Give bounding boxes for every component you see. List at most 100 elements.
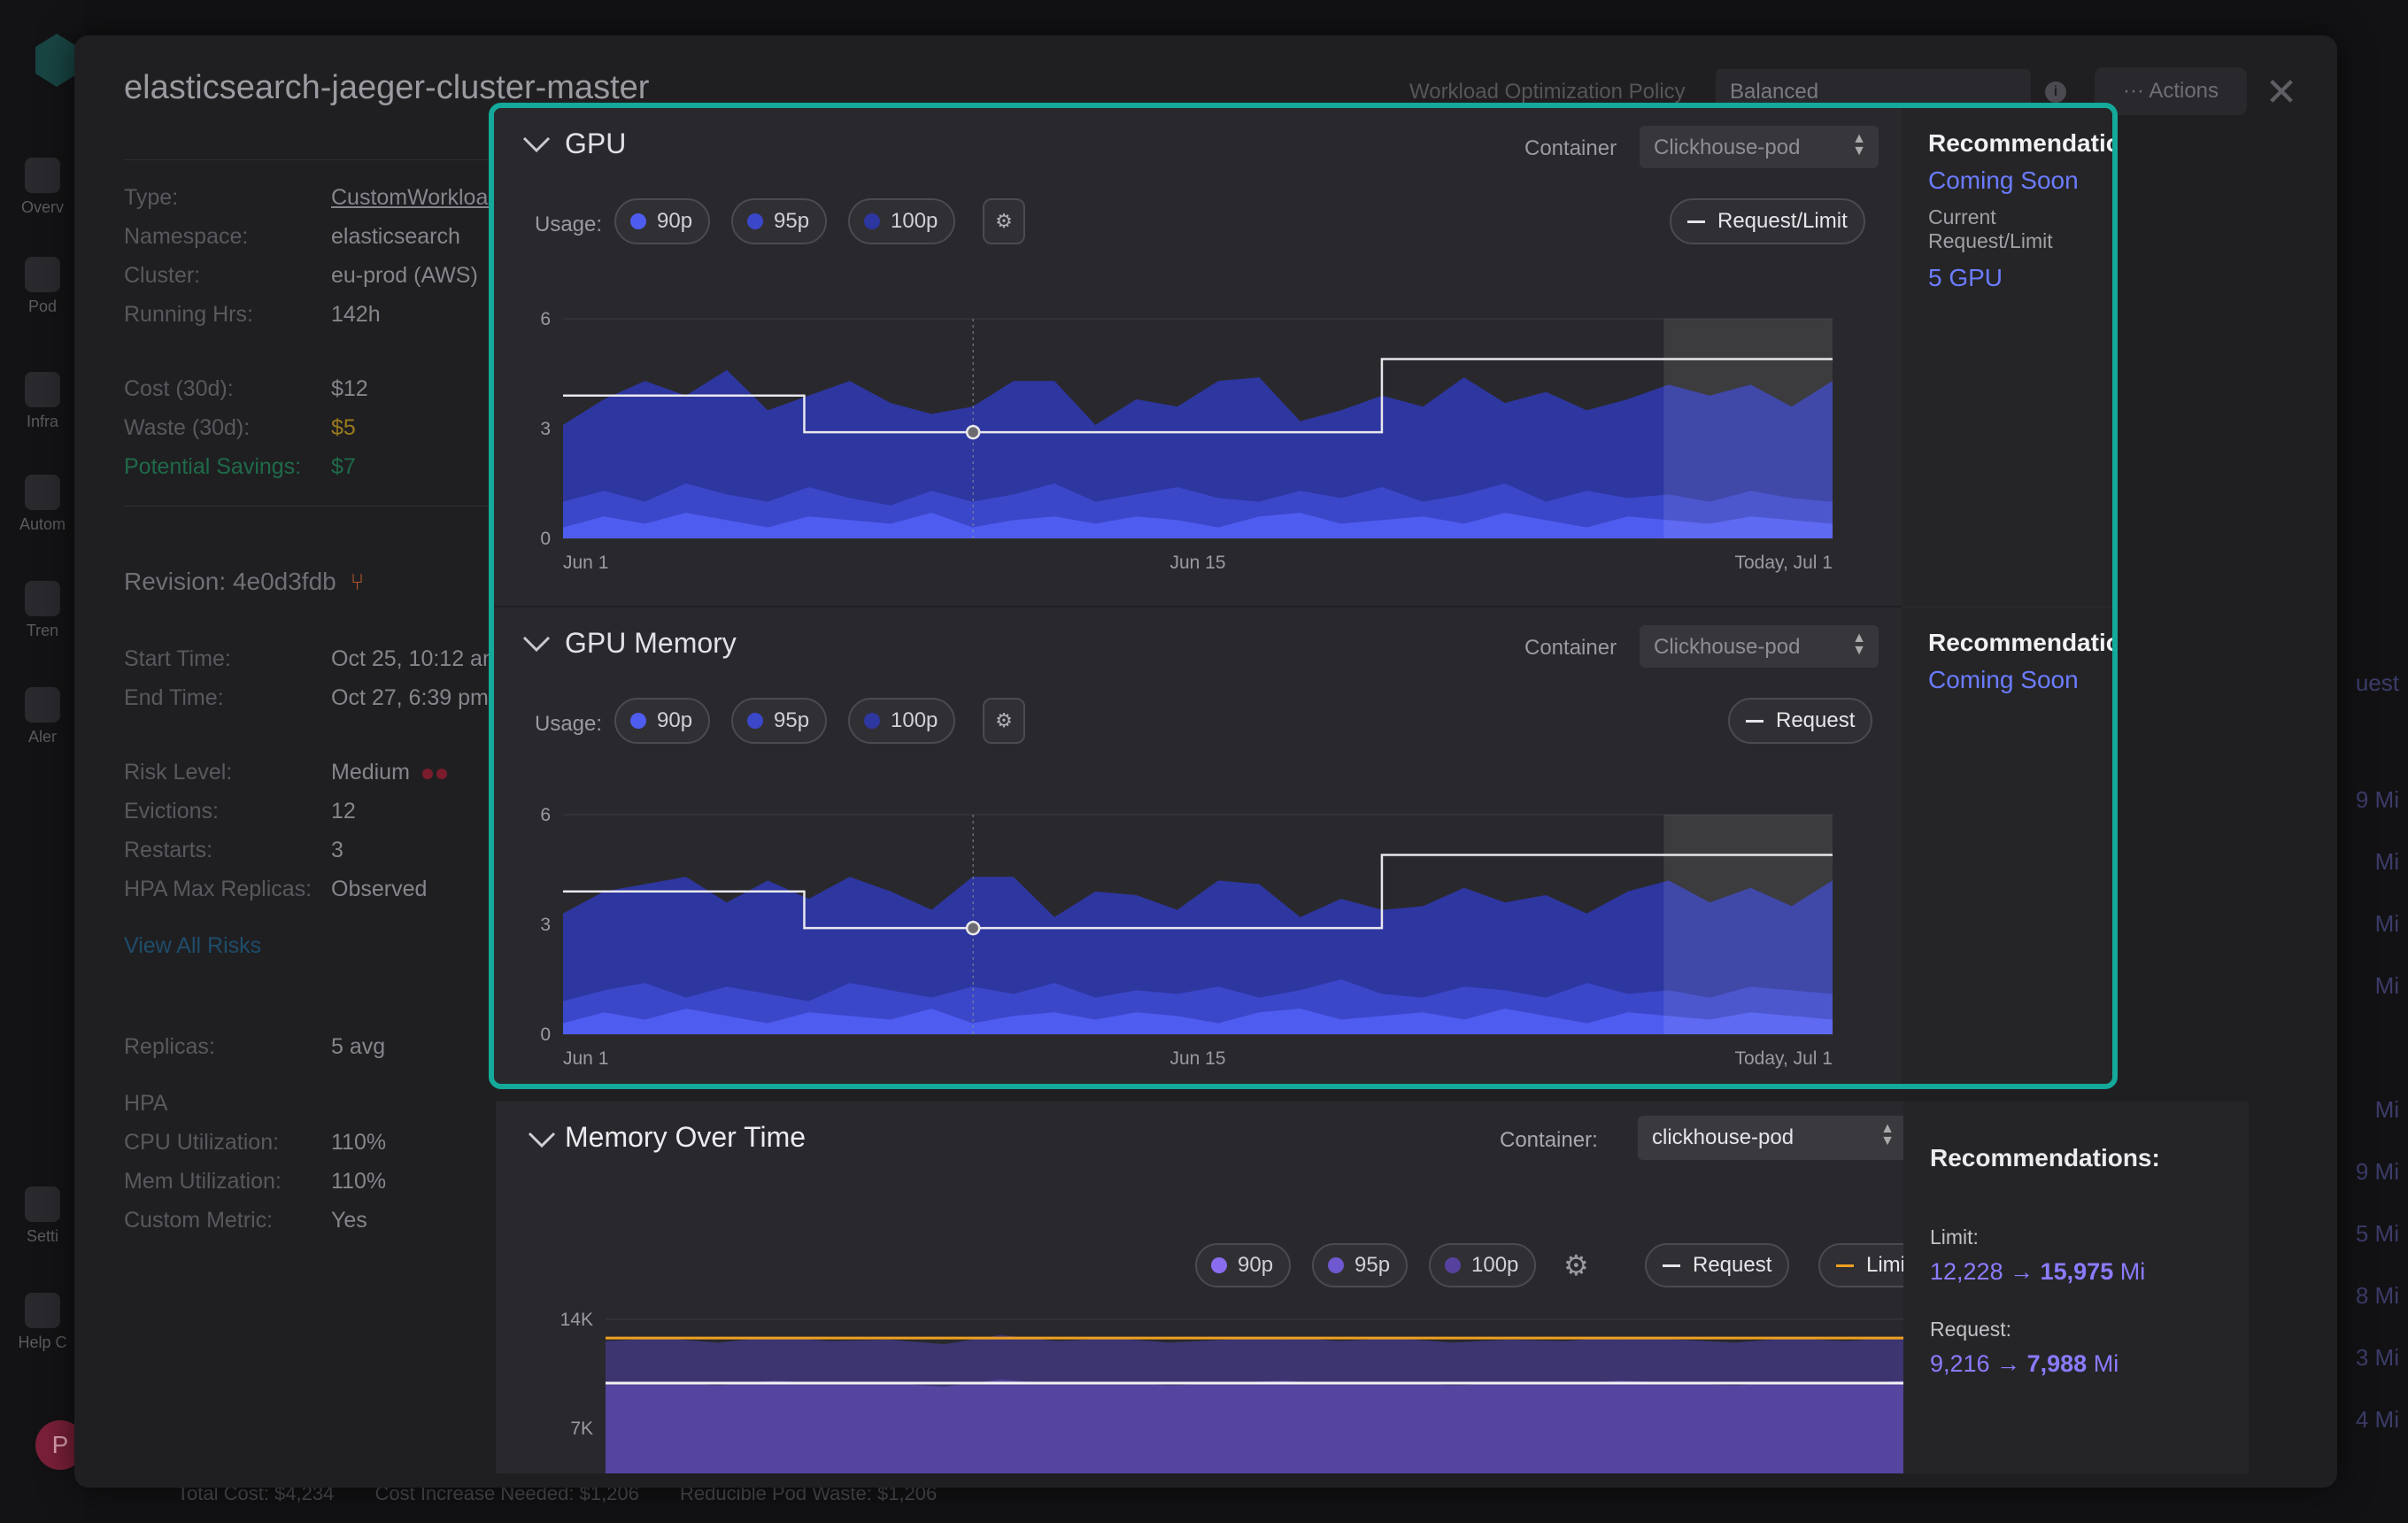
rec-title: Recommendations [1928,129,2112,157]
memory-recommendations: Recommendations: Limit: 12,228 → 15,975 … [1903,1102,2249,1473]
nav-item-trends[interactable]: Tren [0,581,85,640]
background-value: 4 Mi [2355,1406,2399,1433]
background-value: 9 Mi [2355,786,2399,813]
forecast-region [1663,319,1833,538]
branch-icon: ⑂ [350,568,365,595]
view-all-risks-link[interactable]: View All Risks [124,926,531,965]
info-type: Type: CustomWorkload [124,184,501,211]
info-cluster: Cluster: eu-prod (AWS) [124,262,478,288]
nav-item-help[interactable]: Help C [0,1293,85,1352]
warning-icon [25,687,60,723]
info-hpa-max: HPA Max Replicas: Observed [124,876,428,901]
gpu-chart-area: GPU Container Clickhouse-pod ▲ ▼ Usage: 90… [494,108,1902,606]
nav-item-alerts[interactable]: Aler [0,687,85,746]
gpu-memory-recommendations: Recommendations Coming Soon [1902,607,2112,1084]
info-cpu-util: CPU Utilization: 110% [124,1129,387,1155]
x-tick-label: Today, Jul 1 [1734,1048,1833,1069]
more-dots-icon: ··· [2122,79,2149,103]
info-risk-level: Risk Level: Medium [124,753,531,792]
limit-label: Limit: [1930,1225,1979,1249]
gear-icon [25,1187,60,1222]
background-value: 8 Mi [2355,1282,2399,1309]
info-restarts: Restarts: 3 [124,837,343,862]
coming-soon-link[interactable]: Coming Soon [1928,666,2112,694]
info-mem-util: Mem Utilization: 110% [124,1168,387,1194]
nav-item-automation[interactable]: Autom [0,475,85,534]
gpu-section: GPU Container Clickhouse-pod ▲ ▼ Usage: 90… [494,108,2112,606]
gpu-chart: 0 3 6 Jun 1 Jun 15 Today, Jul 1 [540,309,1833,573]
help-icon [25,1293,60,1328]
workload-info: Type: CustomWorkload Namespace: elasticsea… [124,159,531,1240]
actions-button[interactable]: ··· Actions [2095,67,2247,115]
background-value: Mi [2374,910,2399,937]
info-start-time: Start Time: Oct 25, 10:12 am [124,646,501,671]
memory-chart: 14K 7K [560,1310,1903,1473]
background-sidebar: Overv Pod Infra Autom Tren Aler Setti He… [0,0,85,1523]
y-tick-label: 3 [540,915,551,935]
automation-icon [25,475,60,510]
y-tick-label: 14K [560,1310,593,1330]
y-tick-label: 6 [540,309,551,329]
cursor-point [965,424,981,440]
info-namespace: Namespace: elasticsearch [124,223,460,249]
request-value: 9,216 → 7,988 Mi [1930,1350,2119,1377]
coming-soon-link[interactable]: Coming Soon [1928,166,2112,195]
x-tick-label: Jun 15 [1169,1048,1225,1069]
x-tick-label: Today, Jul 1 [1734,553,1833,573]
server-icon [25,372,60,407]
rec-value: 5 GPU [1928,264,2003,291]
y-tick-label: 0 [540,1024,551,1045]
background-value: Mi [2374,972,2399,999]
gpu-recommendations: Recommendations Coming Soon Current Requ… [1902,108,2112,606]
background-value: Mi [2374,1096,2399,1123]
rec-title: Recommendations: [1930,1144,2160,1171]
rec-subtitle: Current Request/Limit [1928,205,2053,252]
policy-label: Workload Optimization Policy [1409,80,1686,104]
info-icon[interactable]: i [2045,81,2066,103]
y-tick-label: 7K [570,1419,593,1439]
x-tick-label: Jun 1 [563,1048,608,1069]
info-replicas: Replicas: 5 avg [124,1033,386,1059]
close-icon[interactable]: ✕ [2259,71,2304,115]
cursor-point [965,920,981,936]
page-title: elasticsearch-jaeger-cluster-master [124,69,650,106]
gpu-memory-section: GPU Memory Container Clickhouse-pod ▲ ▼ Us… [494,607,2112,1084]
nav-item-infra[interactable]: Infra [0,372,85,431]
y-tick-label: 3 [540,419,551,439]
background-value: 9 Mi [2355,1158,2399,1185]
y-tick-label: 0 [540,529,551,549]
nav-item-overview[interactable]: Overv [0,158,85,217]
forecast-region [1663,815,1833,1034]
rec-title: Recommendations [1928,629,2112,656]
gpu-memory-chart: 0 3 6 Jun 1 Jun 15 Today, Jul 1 [540,805,1833,1069]
nav-item-settings[interactable]: Setti [0,1187,85,1246]
info-waste: Waste (30d): $5 [124,414,356,440]
memory-section: Memory Over Time Container: clickhouse-p… [496,1102,2249,1473]
y-tick-label: 6 [540,805,551,825]
info-running-hrs: Running Hrs: 142h [124,301,381,327]
info-hpa: HPA [124,1090,168,1116]
background-column-header: uest [2355,669,2399,696]
revision: Revision: 4e0d3fdb ⑂ [124,568,365,595]
overview-icon [25,158,60,193]
nav-item-pods[interactable]: Pod [0,257,85,316]
area-95p [606,1379,1903,1473]
x-tick-label: Jun 15 [1169,553,1225,573]
request-label: Request: [1930,1318,2012,1341]
bar-chart-icon [25,581,60,616]
cube-icon [25,257,60,292]
memory-chart-area: Memory Over Time Container: clickhouse-p… [496,1102,1929,1473]
info-end-time: End Time: Oct 27, 6:39 pm [124,684,489,710]
info-custom-metric: Custom Metric: Yes [124,1207,367,1233]
background-value: 5 Mi [2355,1220,2399,1247]
risk-dots-icon [421,760,451,785]
info-savings: Potential Savings: $7 [124,453,356,479]
logo-icon [35,34,78,87]
info-evictions: Evictions: 12 [124,798,356,823]
type-link[interactable]: CustomWorkload [331,185,500,211]
limit-value: 12,228 → 15,975 Mi [1930,1258,2146,1285]
gpu-panel: GPU Container Clickhouse-pod ▲ ▼ Usage: 90… [489,103,2118,1089]
background-value: 3 Mi [2355,1344,2399,1371]
info-cost: Cost (30d): $12 [124,375,368,401]
gpu-memory-chart-area: GPU Memory Container Clickhouse-pod ▲ ▼ Us… [494,607,1902,1084]
